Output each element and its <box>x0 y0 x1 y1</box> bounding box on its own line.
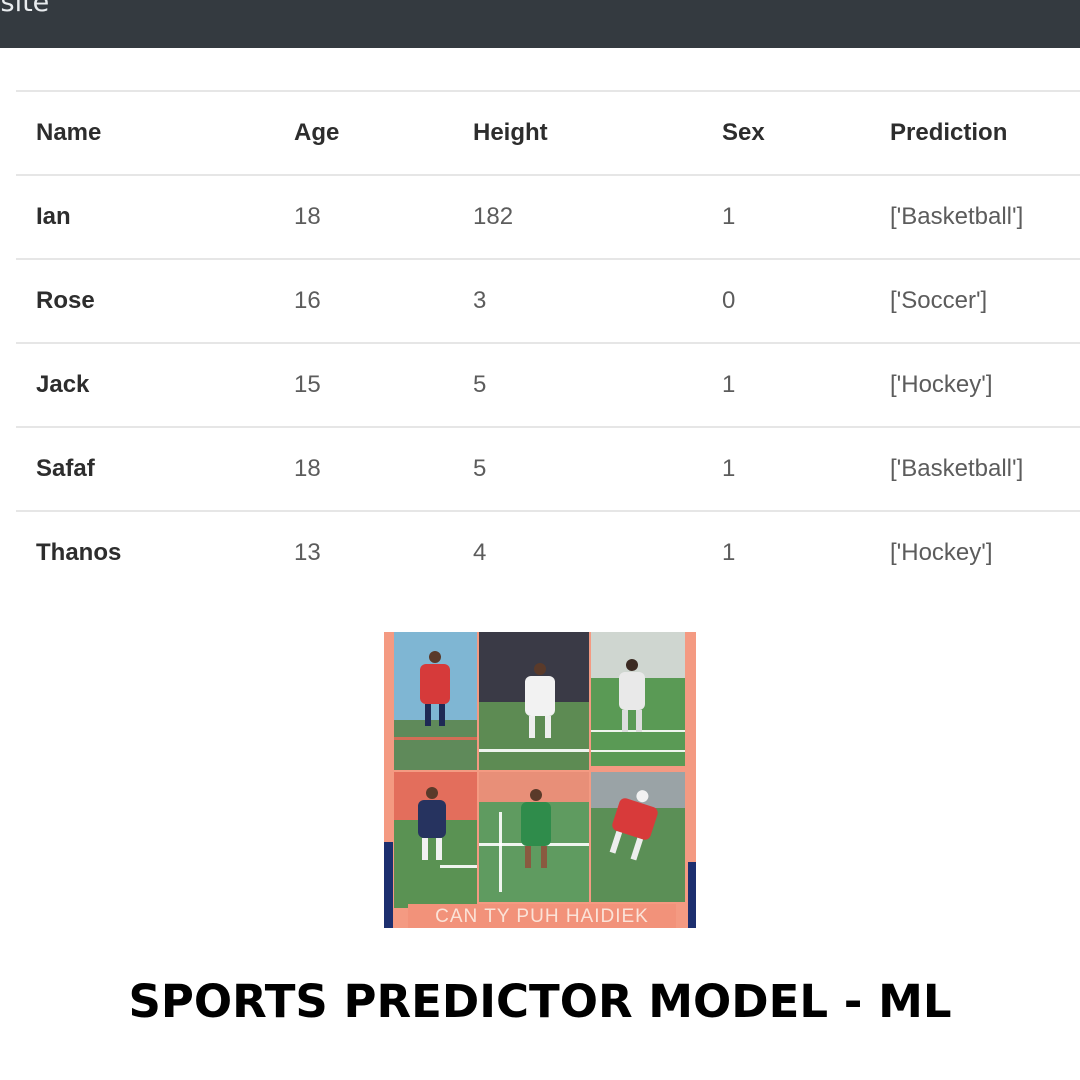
column-header-height: Height <box>453 90 702 175</box>
column-header-name: Name <box>16 90 274 175</box>
collage-banner-text: CAN TY PUH HAIDIEK <box>408 904 676 928</box>
navbar: osite <box>0 0 1080 48</box>
cell-height: 4 <box>453 510 702 594</box>
cell-prediction: ['Soccer'] <box>870 258 1080 343</box>
collage-tile-soccer <box>394 772 477 908</box>
cell-prediction: ['Basketball'] <box>870 174 1080 259</box>
cell-age: 18 <box>274 426 453 511</box>
table-row: Jack 15 5 1 ['Hockey'] <box>16 342 1080 427</box>
cell-sex: 1 <box>702 426 870 511</box>
cell-height: 182 <box>453 174 702 259</box>
cell-sex: 1 <box>702 342 870 427</box>
cell-name: Thanos <box>16 510 274 594</box>
cell-sex: 1 <box>702 174 870 259</box>
navbar-brand[interactable]: osite <box>0 0 49 20</box>
collage-frame-stripe <box>688 862 696 928</box>
cell-name: Safaf <box>16 426 274 511</box>
cell-height: 3 <box>453 258 702 343</box>
athlete-figure <box>521 789 551 868</box>
cell-age: 15 <box>274 342 453 427</box>
cell-prediction: ['Hockey'] <box>870 510 1080 594</box>
column-header-prediction: Prediction <box>870 90 1080 175</box>
page: osite Name Age Height Sex Prediction Ian… <box>0 0 1080 1080</box>
collage-tile-football <box>479 632 589 770</box>
collage-tile-basketball <box>394 632 477 770</box>
collage-tile-gridiron <box>591 632 685 766</box>
cell-age: 16 <box>274 258 453 343</box>
cell-height: 5 <box>453 342 702 427</box>
athlete-figure <box>525 663 555 738</box>
collage-tile-soccer-green <box>479 772 589 902</box>
page-title: SPORTS PREDICTOR MODEL - ML <box>128 975 952 1028</box>
column-header-sex: Sex <box>702 90 870 175</box>
cell-height: 5 <box>453 426 702 511</box>
column-header-age: Age <box>274 90 453 175</box>
athlete-figure <box>420 651 450 726</box>
sports-collage-image: CAN TY PUH HAIDIEK <box>384 632 696 928</box>
cell-sex: 1 <box>702 510 870 594</box>
cell-name: Rose <box>16 258 274 343</box>
table-header-row: Name Age Height Sex Prediction <box>16 90 1080 175</box>
cell-sex: 0 <box>702 258 870 343</box>
cell-name: Ian <box>16 174 274 259</box>
cell-age: 18 <box>274 174 453 259</box>
athlete-figure <box>619 659 645 732</box>
collage-tile-football-red <box>591 772 685 902</box>
cell-prediction: ['Basketball'] <box>870 426 1080 511</box>
cell-prediction: ['Hockey'] <box>870 342 1080 427</box>
table-row: Ian 18 182 1 ['Basketball'] <box>16 174 1080 259</box>
cell-age: 13 <box>274 510 453 594</box>
athlete-figure <box>418 787 446 860</box>
cell-name: Jack <box>16 342 274 427</box>
table-row: Safaf 18 5 1 ['Basketball'] <box>16 426 1080 511</box>
predictions-table: Name Age Height Sex Prediction Ian 18 18… <box>16 90 1080 594</box>
table-row: Rose 16 3 0 ['Soccer'] <box>16 258 1080 343</box>
table-row: Thanos 13 4 1 ['Hockey'] <box>16 510 1080 594</box>
collage-frame-stripe <box>384 842 393 928</box>
